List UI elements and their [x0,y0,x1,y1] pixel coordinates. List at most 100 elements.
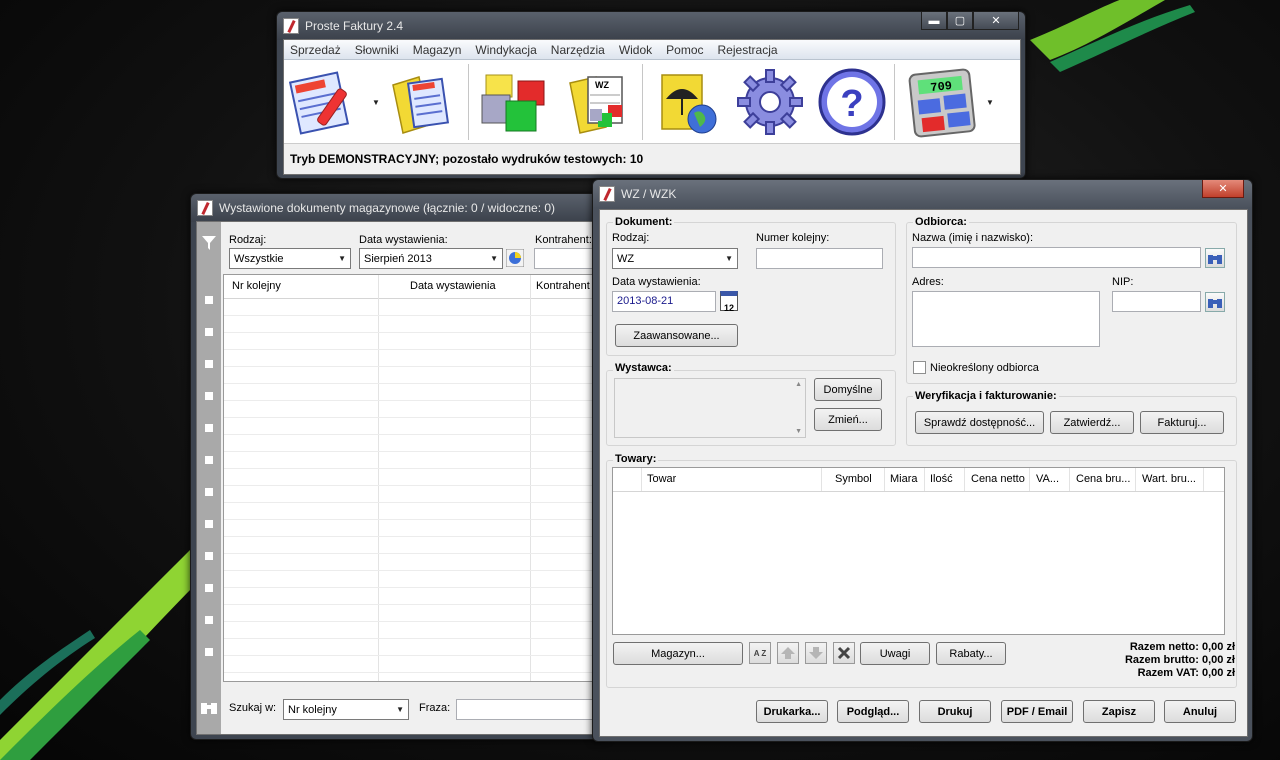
move-up-icon[interactable] [777,642,799,664]
wz-rodzaj-select[interactable]: WZ ▼ [612,248,738,269]
minimize-button[interactable]: ▬ [921,12,947,30]
wystawca-change-button[interactable]: Zmień... [814,408,882,431]
table-row[interactable] [224,639,605,656]
adres-textarea[interactable] [912,291,1100,347]
nazwa-input[interactable] [912,247,1201,268]
column-header-nr[interactable]: Nr kolejny [232,280,281,292]
table-row[interactable] [224,367,605,384]
nieokreslony-odbiorca-checkbox[interactable] [913,361,926,374]
calculator-icon[interactable]: 709 [902,66,982,138]
table-row[interactable] [224,401,605,418]
menu-windykacja[interactable]: Windykacja [475,43,536,57]
nip-input[interactable] [1112,291,1201,312]
table-row[interactable] [224,673,605,681]
column-header-cena-brutto[interactable]: Cena bru... [1076,473,1130,485]
invoice-icon[interactable] [284,66,364,138]
printer-button[interactable]: Drukarka... [756,700,828,723]
column-header-ilosc[interactable]: Ilość [930,473,953,485]
rabaty-button[interactable]: Rabaty... [936,642,1006,665]
wystawca-textarea[interactable]: ▲ ▼ [614,378,806,438]
column-header-data[interactable]: Data wystawienia [410,280,496,292]
table-row[interactable] [224,435,605,452]
uwagi-button[interactable]: Uwagi [860,642,930,665]
search-nazwa-button[interactable] [1205,248,1225,268]
column-header-cena-netto[interactable]: Cena netto [971,473,1025,485]
fraza-input[interactable] [456,699,605,720]
column-header-vat[interactable]: VA... [1036,473,1059,485]
menu-widok[interactable]: Widok [619,43,652,57]
table-row[interactable] [224,418,605,435]
table-row[interactable] [224,316,605,333]
wz-document-icon[interactable]: WZ [560,66,640,138]
numer-kolejny-input[interactable] [756,248,883,269]
szukaj-select[interactable]: Nr kolejny ▼ [283,699,409,720]
table-row[interactable] [224,299,605,316]
move-down-icon[interactable] [805,642,827,664]
invoice-list-icon[interactable] [380,66,460,138]
table-row[interactable] [224,469,605,486]
scroll-up-arrow[interactable]: ▲ [795,381,802,388]
umbrella-document-icon[interactable] [650,66,730,138]
pdf-email-button[interactable]: PDF / Email [1001,700,1073,723]
calculator-dropdown-arrow[interactable]: ▼ [986,98,994,107]
scroll-down-arrow[interactable]: ▼ [795,428,802,435]
main-window-titlebar[interactable]: Proste Faktury 2.4 [277,12,1025,40]
filter-icon[interactable] [202,236,216,250]
wz-window-titlebar[interactable]: WZ / WZK [593,180,1252,208]
table-row[interactable] [224,656,605,673]
strip-marker [205,520,213,528]
sort-az-icon[interactable]: A Z [749,642,771,664]
magazyn-button[interactable]: Magazyn... [613,642,743,665]
table-row[interactable] [224,333,605,350]
column-header-wart-brutto[interactable]: Wart. bru... [1142,473,1196,485]
print-button[interactable]: Drukuj [919,700,991,723]
odbiorca-group-title: Odbiorca: [913,216,969,228]
data-wystawienia-input[interactable]: 2013-08-21 [612,291,716,312]
table-row[interactable] [224,350,605,367]
calendar-icon[interactable]: 12 [720,291,738,313]
search-nip-button[interactable] [1205,292,1225,312]
table-row[interactable] [224,622,605,639]
data-wystawienia-select[interactable]: Sierpień 2013 ▼ [359,248,503,269]
table-row[interactable] [224,452,605,469]
maximize-button[interactable]: ▢ [947,12,973,30]
table-row[interactable] [224,605,605,622]
column-header-miara[interactable]: Miara [890,473,918,485]
rodzaj-select[interactable]: Wszystkie ▼ [229,248,351,269]
calendar-pie-icon[interactable] [506,249,524,267]
table-row[interactable] [224,520,605,537]
invoice-button[interactable]: Fakturuj... [1140,411,1224,434]
close-button[interactable]: ✕ [973,12,1019,30]
table-row[interactable] [224,486,605,503]
column-header-towar[interactable]: Towar [647,473,676,485]
menu-rejestracja[interactable]: Rejestracja [718,43,778,57]
column-header-symbol[interactable]: Symbol [835,473,872,485]
settings-gear-icon[interactable] [730,66,810,138]
preview-button[interactable]: Podgląd... [837,700,909,723]
check-availability-button[interactable]: Sprawdź dostępność... [915,411,1044,434]
approve-button[interactable]: Zatwierdź... [1050,411,1134,434]
invoice-dropdown-arrow[interactable]: ▼ [372,98,380,107]
table-row[interactable] [224,503,605,520]
delete-icon[interactable] [833,642,855,664]
table-row[interactable] [224,571,605,588]
binoculars-icon[interactable] [201,700,217,714]
column-header-kontrahent[interactable]: Kontrahent [536,280,590,292]
menu-magazyn[interactable]: Magazyn [413,43,462,57]
table-row[interactable] [224,384,605,401]
menu-pomoc[interactable]: Pomoc [666,43,703,57]
menu-narzedzia[interactable]: Narzędzia [551,43,605,57]
help-icon[interactable]: ? [812,66,892,138]
table-row[interactable] [224,554,605,571]
cancel-button[interactable]: Anuluj [1164,700,1236,723]
table-row[interactable] [224,537,605,554]
warehouse-boxes-icon[interactable] [476,66,556,138]
wz-close-button[interactable]: ✕ [1202,180,1244,198]
list-window-titlebar[interactable]: Wystawione dokumenty magazynowe (łącznie… [191,194,607,222]
table-row[interactable] [224,588,605,605]
save-button[interactable]: Zapisz [1083,700,1155,723]
menu-slowniki[interactable]: Słowniki [355,43,399,57]
wystawca-default-button[interactable]: Domyślne [814,378,882,401]
menu-sprzedaz[interactable]: Sprzedaż [290,43,341,57]
advanced-button[interactable]: Zaawansowane... [615,324,738,347]
